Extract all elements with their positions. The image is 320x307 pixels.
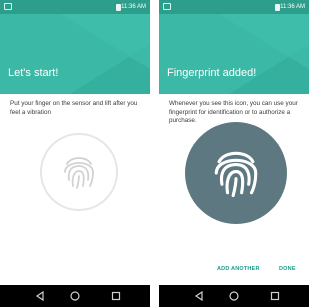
- fingerprint-badge: [185, 122, 287, 224]
- recents-button[interactable]: [104, 285, 128, 307]
- status-time: 11:36 AM: [280, 4, 305, 10]
- back-button[interactable]: [28, 285, 52, 307]
- add-another-button[interactable]: ADD ANOTHER: [217, 266, 260, 272]
- page-title: Let's start!: [8, 67, 59, 79]
- enroll-start-screen: 11:36 AM Let's start! Put your finger on…: [0, 0, 150, 307]
- back-icon: [35, 290, 44, 302]
- enroll-complete-screen: 11:36 AM Fingerprint added! Whenever you…: [159, 0, 309, 307]
- navigation-bar: [0, 285, 150, 307]
- header: Fingerprint added!: [159, 14, 309, 94]
- done-button[interactable]: DONE: [279, 266, 296, 272]
- fingerprint-icon: [64, 157, 94, 189]
- status-bar: 11:36 AM: [0, 0, 150, 14]
- fingerprint-sensor-indicator: [40, 133, 118, 211]
- home-button[interactable]: [63, 285, 87, 307]
- status-time: 11:36 AM: [121, 4, 146, 10]
- instruction-text: Put your finger on the sensor and lift a…: [10, 100, 138, 116]
- header: Let's start!: [0, 14, 150, 94]
- back-icon: [194, 290, 203, 302]
- back-button[interactable]: [187, 285, 211, 307]
- navigation-bar: [159, 285, 309, 307]
- home-button[interactable]: [222, 285, 246, 307]
- notification-icon: [4, 3, 12, 10]
- fingerprint-icon: [214, 151, 258, 198]
- notification-icon: [163, 3, 171, 10]
- header-background: [159, 14, 309, 94]
- home-icon: [70, 291, 80, 301]
- recents-icon: [270, 291, 280, 301]
- home-icon: [229, 291, 239, 301]
- recents-button[interactable]: [263, 285, 287, 307]
- header-background: [0, 14, 150, 94]
- page-title: Fingerprint added!: [167, 67, 257, 79]
- recents-icon: [111, 291, 121, 301]
- status-bar: 11:36 AM: [159, 0, 309, 14]
